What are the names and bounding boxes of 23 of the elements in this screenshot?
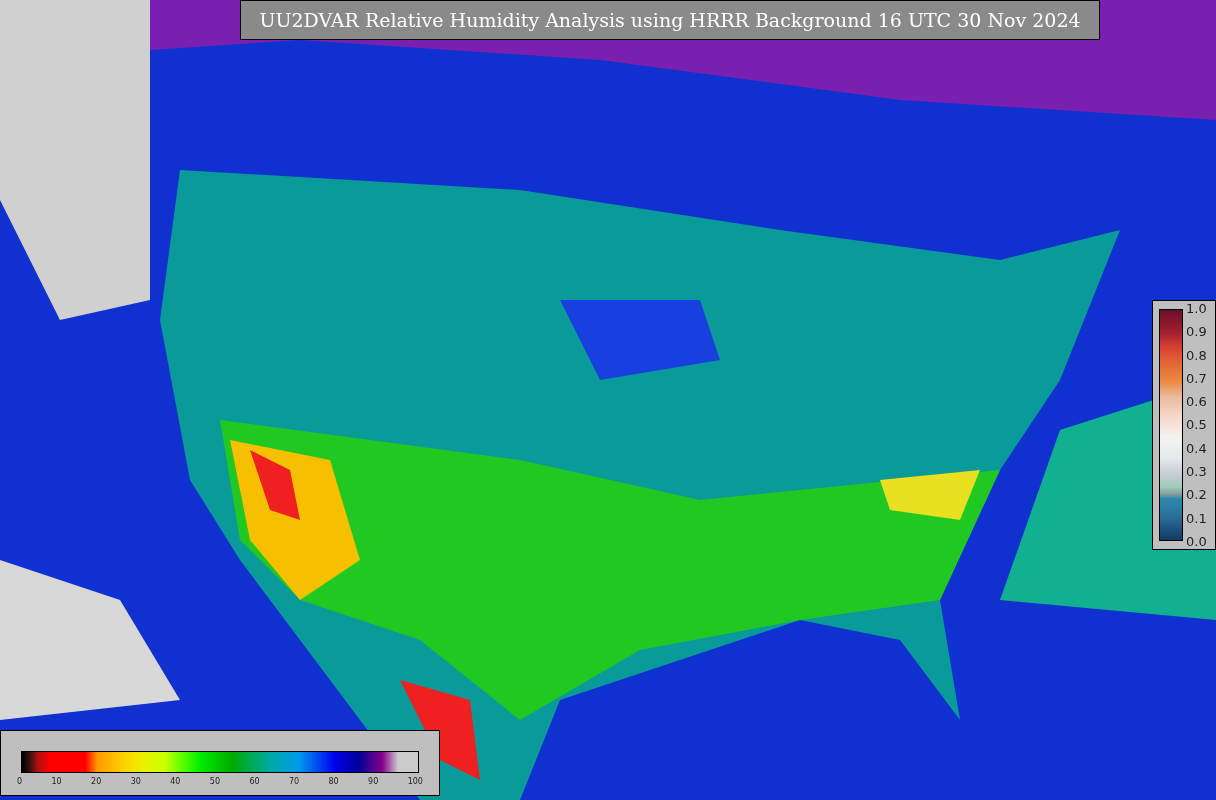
tick-label: 0.2 [1186, 487, 1207, 503]
tick-label: 90 [368, 777, 379, 786]
tick-label: 0.8 [1186, 347, 1207, 363]
tick-label: 10 [51, 777, 62, 786]
tick-label: 80 [328, 777, 339, 786]
tick-label: 50 [209, 777, 220, 786]
tick-label: 0.7 [1186, 370, 1207, 386]
tick-label: 0.6 [1186, 394, 1207, 410]
tick-label: 60 [249, 777, 260, 786]
tick-label: 30 [130, 777, 141, 786]
tick-label: 0.4 [1186, 440, 1207, 456]
tick-label: 20 [91, 777, 102, 786]
tick-label: 1.0 [1186, 301, 1207, 316]
tick-label: 0.5 [1186, 417, 1207, 433]
tick-label: 40 [170, 777, 181, 786]
tick-label: 0.0 [1186, 533, 1207, 549]
tick-label: 0.1 [1186, 510, 1207, 526]
tick-label: 0.9 [1186, 324, 1207, 340]
tick-label: 70 [288, 777, 300, 786]
map-title: UU2DVAR Relative Humidity Analysis using HRRR Background 16 UTC 30 Nov 2024 [240, 0, 1100, 40]
tick-label: 0 [17, 777, 23, 786]
tick-label: 0.3 [1186, 464, 1207, 480]
tick-label: 100 [407, 777, 423, 786]
